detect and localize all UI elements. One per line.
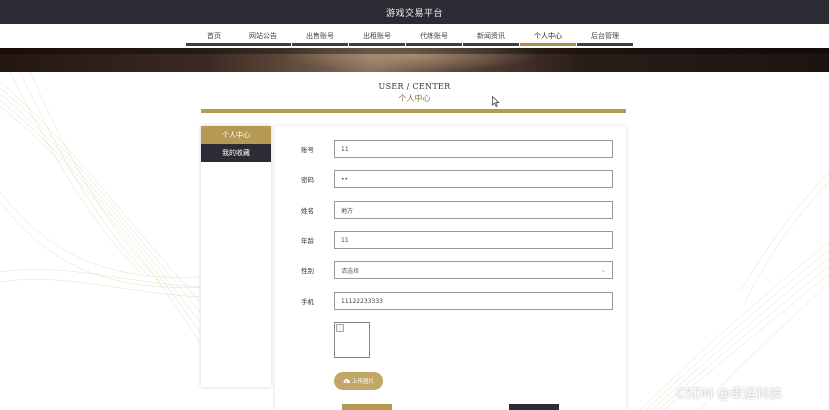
nav-item-announcements[interactable]: 网站公告 — [235, 24, 291, 48]
mouse-cursor-icon — [492, 96, 500, 107]
nav-item-admin[interactable]: 后台管理 — [577, 24, 633, 48]
phone-label: 手机 — [301, 298, 314, 306]
password-row: 密码 •• — [275, 170, 626, 188]
account-field[interactable]: 11 — [334, 140, 613, 158]
name-label: 姓名 — [301, 207, 314, 215]
name-field[interactable]: 地方 — [334, 201, 613, 219]
page-title-zh: 个人中心 — [398, 94, 431, 103]
chevron-down-icon: ⌄ — [600, 266, 606, 274]
nav-item-user-center[interactable]: 个人中心 — [520, 24, 576, 48]
nav-item-home[interactable]: 首页 — [186, 24, 242, 48]
sidebar-item-user-center[interactable]: 个人中心 — [201, 126, 271, 144]
age-field[interactable]: 11 — [334, 231, 613, 249]
heading-divider — [201, 109, 626, 113]
phone-row: 手机 11122233333 — [275, 292, 626, 310]
avatar-preview — [334, 322, 370, 358]
nav-item-news[interactable]: 新闻资讯 — [463, 24, 519, 48]
nav-item-boosting-accounts[interactable]: 代练账号 — [406, 24, 462, 48]
page-title-en: USER / CENTER — [378, 82, 451, 91]
password-label: 密码 — [301, 176, 314, 184]
age-row: 年龄 11 — [275, 231, 626, 249]
account-label: 账号 — [301, 146, 314, 154]
top-bar: 游戏交易平台 — [0, 0, 829, 24]
logout-button[interactable] — [509, 404, 559, 410]
upload-image-label: 上传图片 — [351, 379, 374, 385]
nav-item-rent-accounts[interactable]: 出租账号 — [349, 24, 405, 48]
broken-image-icon — [336, 324, 344, 332]
gender-label: 性别 — [301, 267, 314, 275]
upload-cloud-icon — [343, 378, 350, 383]
gender-row: 性别 请选择 ⌄ — [275, 261, 626, 279]
password-field[interactable]: •• — [334, 170, 613, 188]
app-title: 游戏交易平台 — [385, 8, 443, 19]
name-row: 姓名 地方 — [275, 201, 626, 219]
main-nav: 首页 网站公告 出售账号 出租账号 代练账号 新闻资讯 个人中心 后台管理 — [0, 24, 829, 48]
update-button[interactable] — [342, 404, 392, 410]
gender-select-value: 请选择 — [341, 267, 360, 275]
watermark-text: CSDN @幸运科技 — [676, 387, 783, 402]
upload-image-button[interactable]: 上传图片 — [334, 372, 383, 390]
sidebar: 个人中心 我的收藏 — [201, 126, 271, 387]
sidebar-item-favorites[interactable]: 我的收藏 — [201, 144, 271, 162]
gender-select[interactable]: 请选择 ⌄ — [334, 261, 613, 279]
banner-image — [0, 48, 829, 72]
account-row: 账号 11 — [275, 140, 626, 158]
age-label: 年龄 — [301, 237, 314, 245]
page-heading: USER / CENTER 个人中心 — [0, 82, 829, 104]
nav-item-sell-accounts[interactable]: 出售账号 — [292, 24, 348, 48]
phone-field[interactable]: 11122233333 — [334, 292, 613, 310]
profile-form: 账号 11 密码 •• 姓名 地方 年龄 11 性别 请选择 ⌄ 手机 1112… — [275, 126, 626, 410]
